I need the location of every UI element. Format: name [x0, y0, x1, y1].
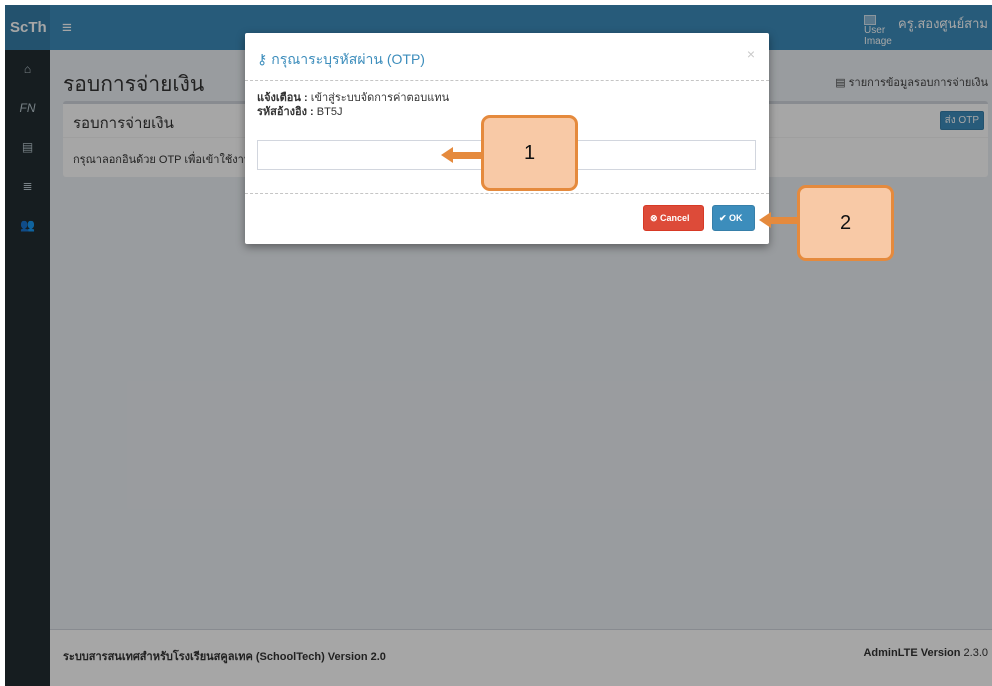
modal-title: ⚷ กรุณาระบุรหัสผ่าน (OTP): [257, 49, 425, 71]
callout-1: 1: [481, 115, 578, 191]
callout-2-arrow-head: [759, 212, 771, 228]
cancel-label: Cancel: [660, 213, 690, 223]
reference-code: BT5J: [316, 106, 343, 118]
callout-2-arrow-shaft: [770, 217, 799, 224]
reference-label: รหัสอ้างอิง :: [257, 106, 314, 118]
modal-footer: ⊗ Cancel ✔ OK: [245, 194, 769, 244]
close-icon[interactable]: ×: [747, 46, 755, 62]
warning-line: แจ้งเตือน : เข้าสู่ระบบจัดการค่าตอบแทน: [257, 91, 757, 105]
warning-label: แจ้งเตือน :: [257, 92, 308, 104]
ok-button[interactable]: ✔ OK: [712, 205, 755, 231]
cancel-button[interactable]: ⊗ Cancel: [643, 205, 704, 231]
app-window: ScTh ≡ User Image ครู.สองศูนย์สาม ⌂ FN ▤…: [5, 5, 992, 686]
callout-2: 2: [797, 185, 894, 261]
modal-title-text: กรุณาระบุรหัสผ่าน (OTP): [271, 51, 425, 67]
ok-label: OK: [729, 213, 743, 223]
warning-text: เข้าสู่ระบบจัดการค่าตอบแทน: [310, 92, 450, 104]
check-circle-icon: ✔: [719, 213, 730, 223]
cancel-icon: ⊗: [650, 213, 661, 223]
callout-1-arrow-shaft: [453, 152, 483, 159]
modal-header: ⚷ กรุณาระบุรหัสผ่าน (OTP) ×: [245, 33, 769, 81]
key-icon: ⚷: [257, 51, 268, 67]
callout-1-arrow-head: [441, 147, 453, 163]
